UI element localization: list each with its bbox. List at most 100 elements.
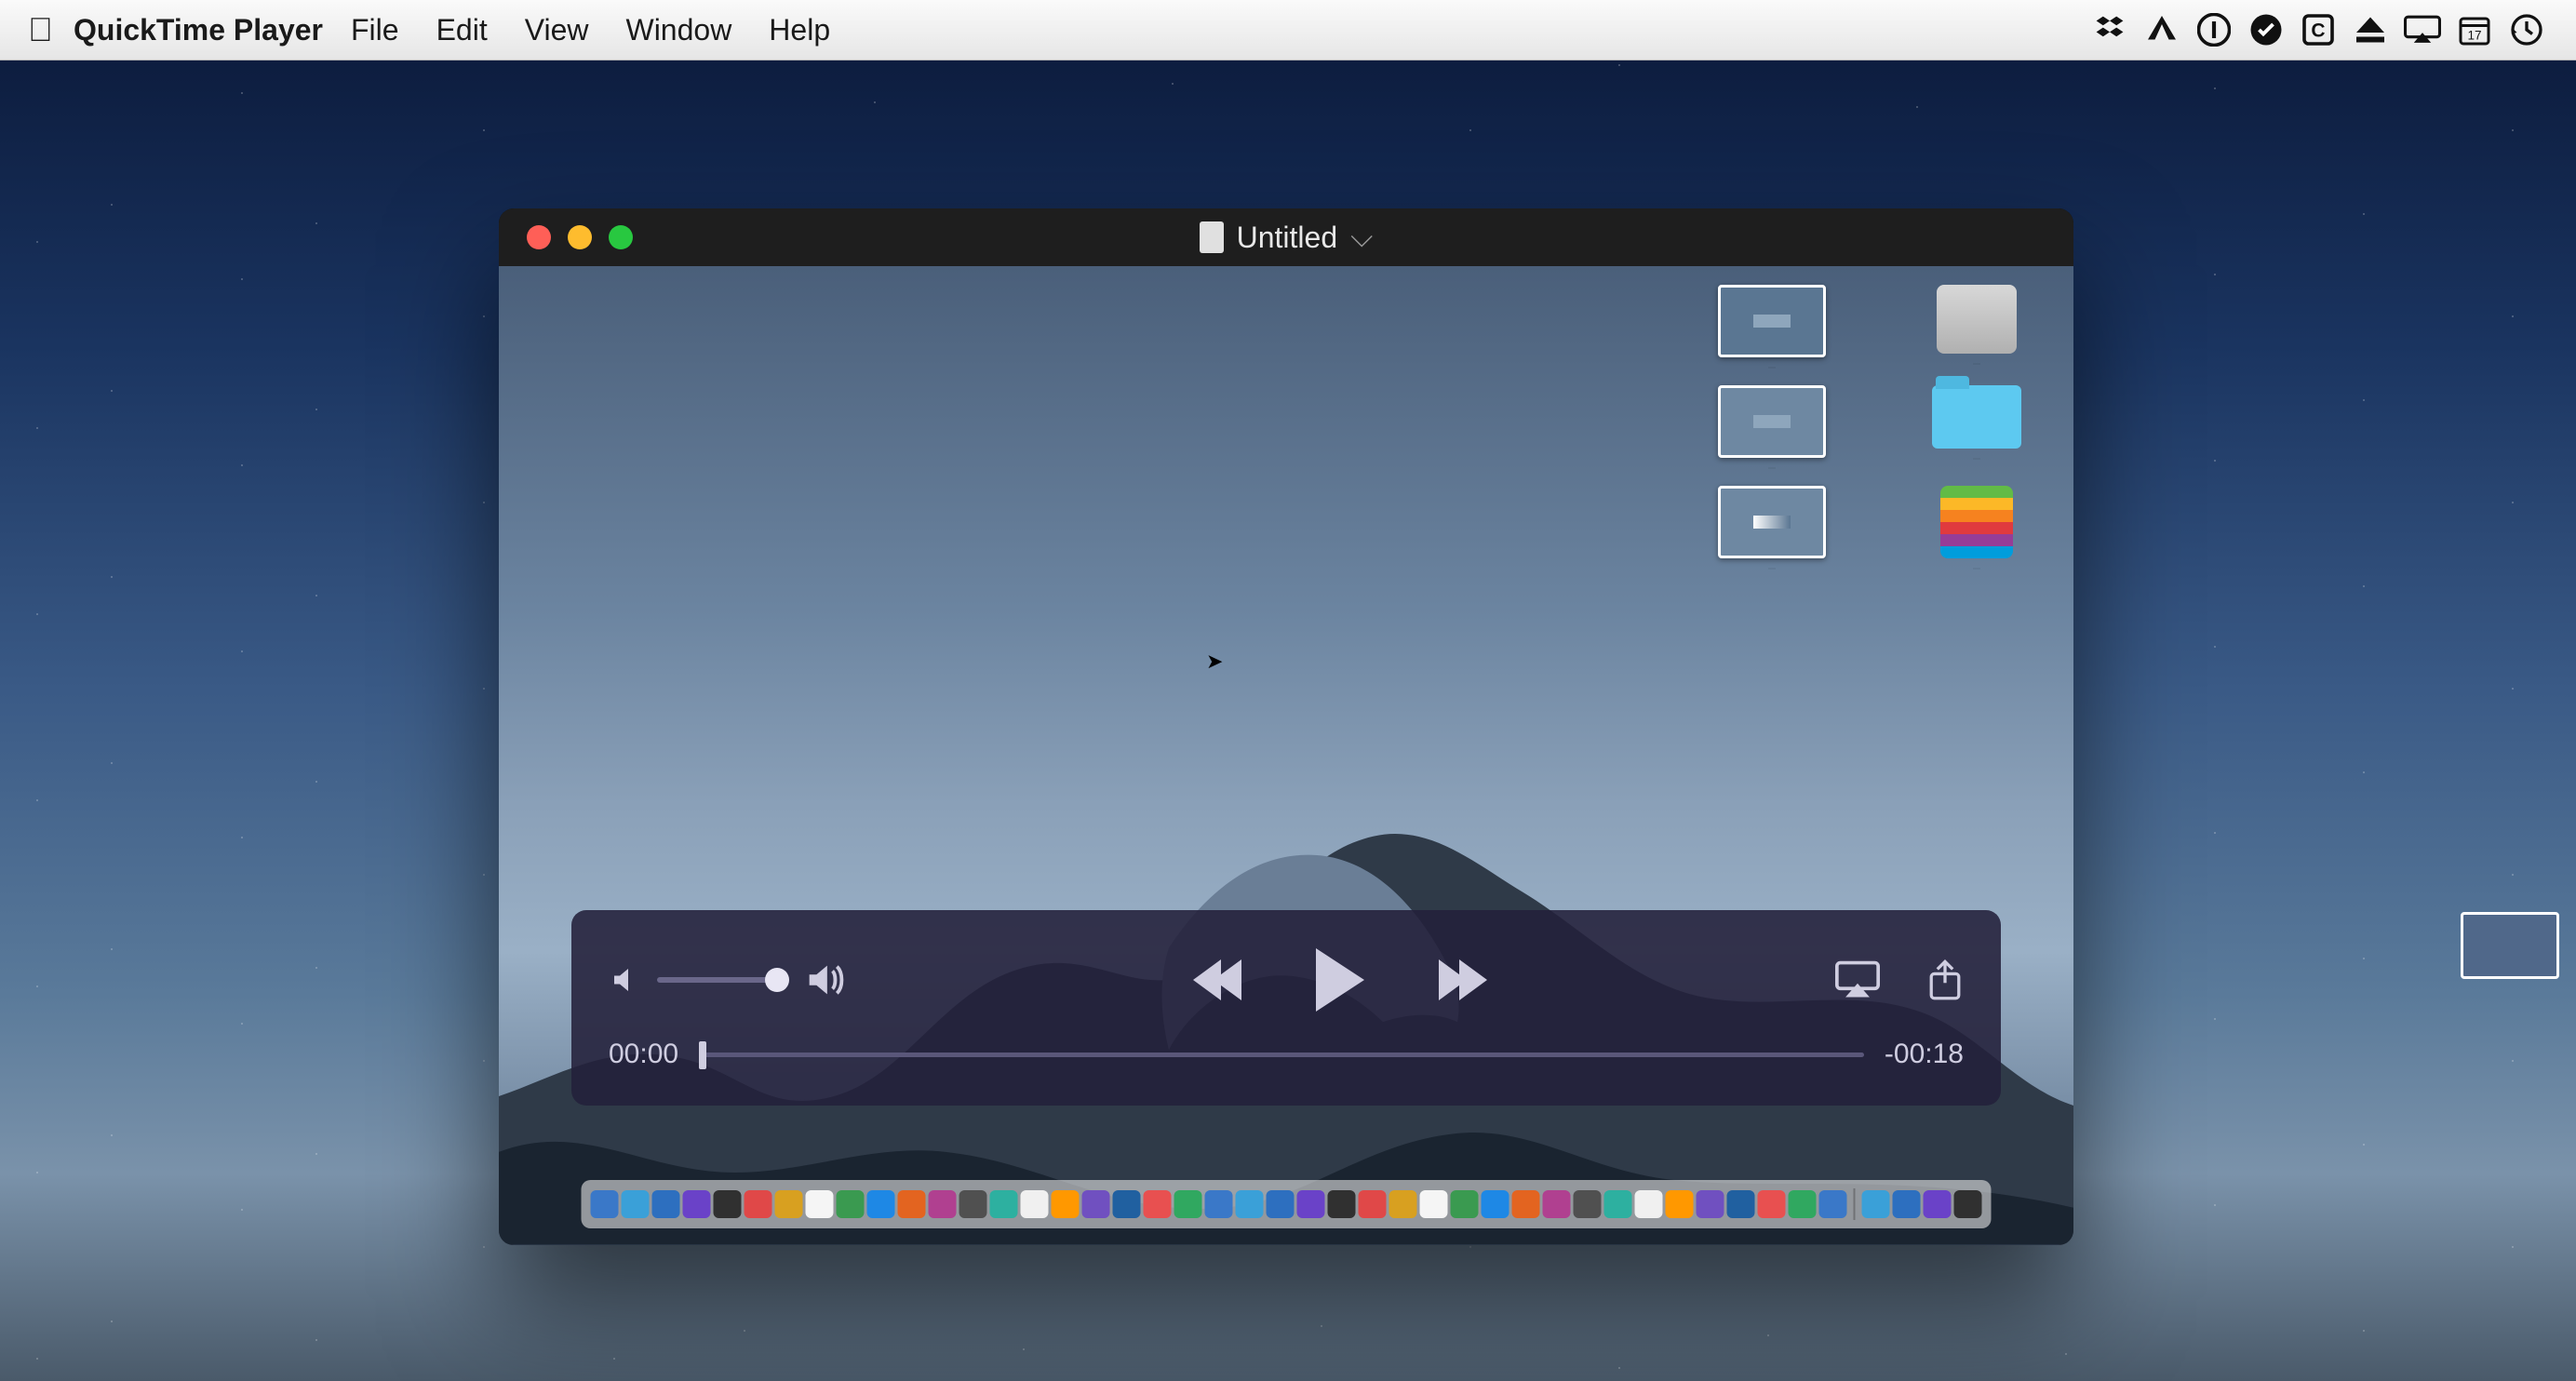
volume-low-icon [609, 963, 642, 997]
dock-app[interactable] [898, 1190, 926, 1218]
dock-app[interactable] [622, 1190, 650, 1218]
airplay-icon[interactable] [2401, 8, 2444, 51]
dock-app[interactable] [1451, 1190, 1479, 1218]
share-button[interactable] [1926, 959, 1964, 1001]
dock-app[interactable] [1512, 1190, 1540, 1218]
dropbox-icon[interactable] [2088, 8, 2131, 51]
dock-app[interactable] [1727, 1190, 1755, 1218]
host-desktop-icon[interactable] [2461, 912, 2559, 979]
quicktime-window: Untitled ⌵ ➤ [499, 208, 2073, 1245]
play-button[interactable] [1316, 948, 1364, 1012]
dock-app[interactable] [775, 1190, 803, 1218]
dock-app[interactable] [1297, 1190, 1325, 1218]
desktop-screenshot-1[interactable] [1660, 285, 1884, 369]
mouse-cursor-icon: ➤ [1206, 650, 1223, 674]
chevron-down-icon[interactable]: ⌵ [1350, 220, 1373, 255]
desktop-apple-logo[interactable] [1902, 486, 2051, 570]
dock-app[interactable] [1635, 1190, 1663, 1218]
dock-app[interactable] [1174, 1190, 1202, 1218]
desktop-folder[interactable] [1902, 385, 2051, 469]
svg-text:17: 17 [2467, 29, 2481, 43]
minimize-button[interactable] [568, 225, 592, 249]
dock-app[interactable] [1359, 1190, 1387, 1218]
progress-track[interactable] [699, 1053, 1864, 1057]
dock-app[interactable] [1021, 1190, 1049, 1218]
apple-menu-icon[interactable]:  [28, 10, 53, 49]
dock-app[interactable] [683, 1190, 711, 1218]
time-machine-icon[interactable] [2505, 8, 2548, 51]
volume-slider[interactable] [657, 977, 787, 983]
dock-app[interactable] [1697, 1190, 1724, 1218]
dock-app[interactable] [1819, 1190, 1847, 1218]
dock-app[interactable] [1052, 1190, 1080, 1218]
google-drive-icon[interactable] [2140, 8, 2183, 51]
svg-text:C: C [2311, 20, 2325, 42]
traffic-lights [527, 225, 633, 249]
fast-forward-button[interactable] [1439, 959, 1487, 1000]
player-controls-overlay: 00:00 -00:18 [571, 910, 2001, 1106]
dock-app[interactable] [1666, 1190, 1694, 1218]
dock-app[interactable] [1862, 1190, 1890, 1218]
menubar:  QuickTime Player File Edit View Window… [0, 0, 2576, 60]
dock-app[interactable] [1604, 1190, 1632, 1218]
app-c-icon[interactable]: C [2297, 8, 2340, 51]
dock-app[interactable] [806, 1190, 834, 1218]
recorded-desktop-icons [1660, 285, 2051, 570]
dock-app[interactable] [1267, 1190, 1295, 1218]
dock-app[interactable] [929, 1190, 957, 1218]
dock-app[interactable] [867, 1190, 895, 1218]
airplay-button[interactable] [1835, 960, 1880, 999]
dock-app[interactable] [1144, 1190, 1172, 1218]
dock-app[interactable] [1236, 1190, 1264, 1218]
playhead[interactable] [699, 1041, 706, 1069]
dock-app[interactable] [591, 1190, 619, 1218]
close-button[interactable] [527, 225, 551, 249]
dock-app[interactable] [1482, 1190, 1509, 1218]
date-icon[interactable]: 17 [2453, 8, 2496, 51]
dock-app[interactable] [1789, 1190, 1817, 1218]
menu-file[interactable]: File [351, 13, 399, 47]
volume-knob[interactable] [765, 968, 789, 992]
desktop-screenshot-2[interactable] [1660, 385, 1884, 469]
rewind-button[interactable] [1193, 959, 1241, 1000]
onepassword-menubar-icon[interactable] [2193, 8, 2235, 51]
eject-icon[interactable] [2349, 8, 2392, 51]
dock-app[interactable] [1758, 1190, 1786, 1218]
app-menu[interactable]: QuickTime Player [74, 13, 323, 47]
dock-app[interactable] [652, 1190, 680, 1218]
menu-edit[interactable]: Edit [436, 13, 488, 47]
dock-app[interactable] [1113, 1190, 1141, 1218]
dock-app[interactable] [1893, 1190, 1921, 1218]
time-elapsed: 00:00 [609, 1039, 678, 1070]
document-proxy-icon [1200, 221, 1224, 253]
zoom-button[interactable] [609, 225, 633, 249]
dock-app[interactable] [990, 1190, 1018, 1218]
dock-app[interactable] [1574, 1190, 1602, 1218]
desktop-screenshot-3[interactable] [1660, 486, 1884, 570]
dock-app[interactable] [1954, 1190, 1982, 1218]
dock-app[interactable] [837, 1190, 865, 1218]
menu-window[interactable]: Window [625, 13, 731, 47]
volume-high-icon [802, 959, 845, 1001]
dock-app[interactable] [714, 1190, 742, 1218]
window-titlebar[interactable]: Untitled ⌵ [499, 208, 2073, 266]
volume-control [609, 959, 845, 1001]
dock-app[interactable] [745, 1190, 772, 1218]
dock-app[interactable] [1328, 1190, 1356, 1218]
dock-app[interactable] [1420, 1190, 1448, 1218]
sync-ok-icon[interactable] [2245, 8, 2288, 51]
dock-app[interactable] [1543, 1190, 1571, 1218]
rainbow-apple-icon [1940, 486, 2013, 558]
menu-help[interactable]: Help [769, 13, 830, 47]
dock-app[interactable] [1205, 1190, 1233, 1218]
dock-app[interactable] [1924, 1190, 1952, 1218]
menu-view[interactable]: View [525, 13, 589, 47]
recording-preview: ➤ [499, 266, 2073, 1245]
window-title: Untitled [1237, 221, 1338, 255]
recorded-dock [582, 1180, 1992, 1228]
time-remaining: -00:18 [1885, 1039, 1964, 1070]
dock-app[interactable] [959, 1190, 987, 1218]
dock-app[interactable] [1389, 1190, 1417, 1218]
desktop-drive[interactable] [1902, 285, 2051, 369]
dock-app[interactable] [1082, 1190, 1110, 1218]
